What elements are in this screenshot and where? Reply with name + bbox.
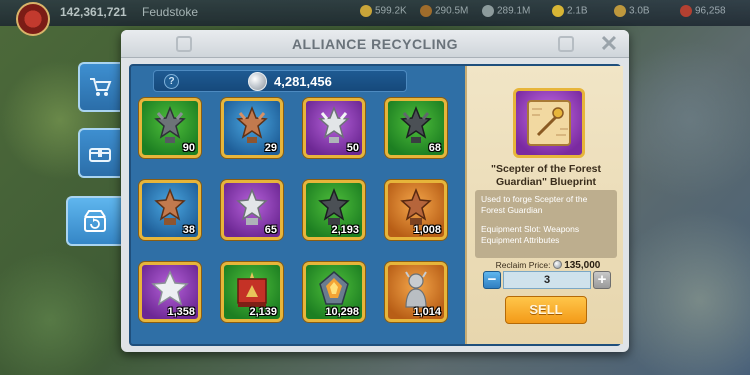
dialog-body: ? 4,281,456 90 29 50 68 38 65 2,193 1,00… bbox=[129, 64, 623, 346]
food-icon bbox=[360, 5, 372, 17]
alliance-recycling-dialog: ALLIANCE RECYCLING ✕ ? 4,281,456 90 29 5… bbox=[121, 30, 629, 352]
item-slot[interactable]: 29 bbox=[221, 98, 283, 158]
tab-shop[interactable] bbox=[78, 62, 120, 112]
item-count: 2,139 bbox=[249, 306, 277, 318]
star-medal-icon bbox=[236, 105, 268, 143]
item-slot[interactable]: 1,358 bbox=[139, 262, 201, 322]
star-medal-icon bbox=[400, 105, 432, 143]
item-slot[interactable]: 2,139 bbox=[221, 262, 283, 322]
resource-stone[interactable]: 289.1M bbox=[482, 5, 530, 17]
item-slot[interactable]: 10,298 bbox=[303, 262, 365, 322]
resource-food[interactable]: 599.2K bbox=[360, 5, 407, 17]
close-button[interactable]: ✕ bbox=[597, 32, 621, 56]
quantity-increase-button[interactable]: + bbox=[593, 271, 611, 289]
resource-wood[interactable]: 290.5M bbox=[420, 5, 468, 17]
item-count: 50 bbox=[346, 142, 359, 154]
star-medal-icon bbox=[154, 105, 186, 143]
item-count: 10,298 bbox=[325, 306, 359, 318]
resource-gems[interactable]: 3.0B bbox=[614, 5, 650, 17]
item-slot[interactable]: 65 bbox=[221, 180, 283, 240]
item-count: 1,008 bbox=[413, 224, 441, 236]
gem-shard-icon bbox=[319, 271, 349, 305]
item-count: 29 bbox=[264, 142, 277, 154]
silver-total: 4,281,456 bbox=[274, 74, 332, 89]
selected-item-name: "Scepter of the Forest Guardian" Bluepri… bbox=[491, 163, 601, 188]
cart-icon bbox=[90, 78, 112, 96]
item-slot[interactable]: 68 bbox=[385, 98, 447, 158]
blueprint-scroll-icon bbox=[527, 100, 571, 146]
chest-icon bbox=[89, 148, 111, 162]
power-value: 142,361,721 bbox=[60, 5, 127, 19]
crimson-icon bbox=[680, 5, 692, 17]
silver-coin-icon bbox=[552, 260, 562, 269]
gem-icon bbox=[614, 5, 626, 17]
item-slot[interactable]: 38 bbox=[139, 180, 201, 240]
item-slot[interactable]: 1,008 bbox=[385, 180, 447, 240]
player-avatar[interactable] bbox=[16, 2, 50, 36]
gold-icon bbox=[552, 5, 564, 17]
silver-balance-bar: ? 4,281,456 bbox=[153, 70, 407, 92]
war-banner-icon bbox=[237, 272, 267, 307]
item-equipment-attributes: Equipment Attributes bbox=[481, 235, 560, 245]
item-count: 65 bbox=[264, 224, 277, 236]
dialog-header: ALLIANCE RECYCLING ✕ bbox=[121, 30, 629, 58]
item-slot[interactable]: 1,014 bbox=[385, 262, 447, 322]
statue-icon bbox=[405, 271, 427, 308]
recycle-icon bbox=[84, 210, 106, 232]
item-slot[interactable]: 2,193 bbox=[303, 180, 365, 240]
item-count: 90 bbox=[182, 142, 195, 154]
item-description-box: Used to forge Scepter of the Forest Guar… bbox=[475, 190, 617, 258]
resource-gold[interactable]: 2.1B bbox=[552, 5, 588, 17]
dialog-title: ALLIANCE RECYCLING bbox=[291, 36, 459, 52]
selected-item-icon bbox=[513, 88, 585, 158]
item-detail-panel: "Scepter of the Forest Guardian" Bluepri… bbox=[465, 66, 623, 344]
item-count: 1,014 bbox=[413, 306, 441, 318]
tab-recycling[interactable] bbox=[66, 196, 122, 246]
star-medal-icon bbox=[318, 105, 350, 143]
resource-crimson[interactable]: 96,258 bbox=[680, 5, 726, 17]
player-name: Feudstoke bbox=[142, 5, 199, 19]
top-hud: 142,361,721 Feudstoke 599.2K 290.5M 289.… bbox=[0, 0, 750, 26]
star-trophy-icon bbox=[400, 187, 432, 225]
item-count: 38 bbox=[182, 224, 195, 236]
reclaim-label: Reclaim Price: bbox=[495, 260, 551, 270]
silver-coin-icon bbox=[248, 72, 267, 91]
star-icon bbox=[151, 270, 189, 306]
item-slot[interactable]: 50 bbox=[303, 98, 365, 158]
item-slot[interactable]: 90 bbox=[139, 98, 201, 158]
star-trophy-icon bbox=[236, 187, 268, 225]
item-count: 2,193 bbox=[331, 224, 359, 236]
reclaim-value: 135,000 bbox=[564, 260, 601, 271]
item-description: Used to forge Scepter of the Forest Guar… bbox=[481, 194, 588, 215]
star-trophy-icon bbox=[154, 187, 186, 225]
item-count: 68 bbox=[428, 142, 441, 154]
quantity-input[interactable]: 3 bbox=[503, 271, 591, 289]
tab-chest[interactable] bbox=[78, 128, 120, 178]
item-equipment-slot: Equipment Slot: Weapons bbox=[481, 224, 580, 234]
star-trophy-icon bbox=[318, 187, 350, 225]
help-icon[interactable]: ? bbox=[164, 74, 179, 89]
reclaim-price: Reclaim Price: 135,000 bbox=[479, 260, 617, 271]
wood-icon bbox=[420, 5, 432, 17]
quantity-decrease-button[interactable]: − bbox=[483, 271, 501, 289]
item-count: 1,358 bbox=[167, 306, 195, 318]
sell-button[interactable]: SELL bbox=[505, 296, 587, 324]
stone-icon bbox=[482, 5, 494, 17]
